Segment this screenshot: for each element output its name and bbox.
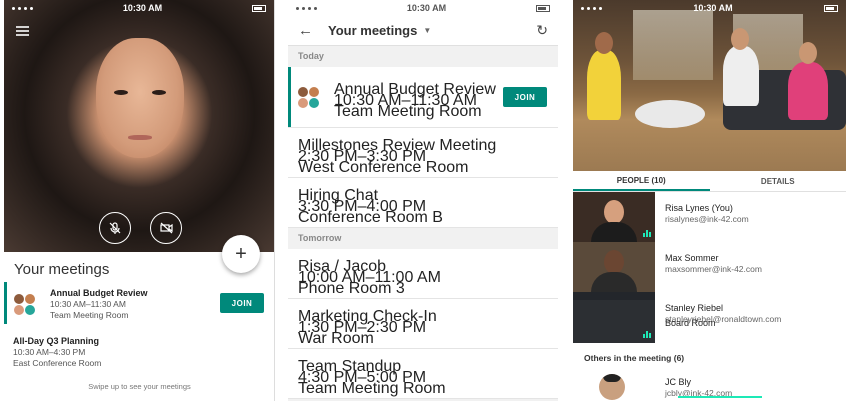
- meeting-room: Conference Room B: [298, 209, 443, 226]
- phone-call-preview: 10:30 AM Your meetings Annual Budget Rev…: [4, 0, 275, 401]
- section-header-today: Today: [298, 51, 324, 61]
- signal-icon: [296, 6, 317, 10]
- meeting-card[interactable]: Marketing Check-In 1:30 PM–2:30 PM War R…: [288, 299, 558, 349]
- participants-avatars: [297, 86, 321, 110]
- self-video-preview: [4, 0, 274, 252]
- meeting-item[interactable]: All-Day Q3 Planning 10:30 AM–4:30 PM Eas…: [4, 334, 274, 368]
- menu-icon[interactable]: [16, 26, 29, 38]
- participant-email: maxsommer@ink-42.com: [665, 264, 762, 274]
- battery-icon: [536, 4, 550, 12]
- meeting-room: War Room: [298, 330, 374, 347]
- tab-details[interactable]: DETAILS: [710, 171, 847, 191]
- signal-icon: [581, 6, 602, 10]
- swipe-hint: Swipe up to see your meetings: [88, 382, 191, 391]
- back-arrow-icon[interactable]: ←: [298, 22, 328, 39]
- app-bar: ← Your meetings ▼ ↻: [288, 16, 558, 46]
- page-title[interactable]: Your meetings: [328, 23, 417, 38]
- status-time: 10:30 AM: [693, 3, 733, 13]
- dropdown-caret-icon[interactable]: ▼: [423, 26, 431, 35]
- phone-meetings-list: 10:30 AM ← Your meetings ▼ ↻ Today Annua…: [288, 0, 558, 401]
- participant-row[interactable]: Max Sommer maxsommer@ink-42.com: [573, 242, 846, 292]
- refresh-icon[interactable]: ↻: [536, 22, 548, 39]
- room-video: [573, 300, 655, 343]
- meeting-time: 10:30 AM–11:30 AM: [50, 299, 126, 309]
- status-time: 10:30 AM: [406, 3, 447, 13]
- participant-name: Risa Lynes (You): [665, 203, 733, 213]
- room-camera-feed: [573, 0, 846, 171]
- meeting-card[interactable]: Team Standup 4:30 PM–5:00 PM Team Meetin…: [288, 349, 558, 399]
- participant-name: JC Bly: [665, 377, 692, 387]
- meeting-card[interactable]: Annual Budget Review 10:30 AM–11:30 AM T…: [288, 67, 558, 128]
- meeting-time: 10:30 AM–4:30 PM: [13, 347, 86, 357]
- meeting-room: East Conference Room: [13, 358, 102, 368]
- status-bar: 10:30 AM: [288, 0, 558, 16]
- meeting-room: West Conference Room: [298, 159, 469, 176]
- others-header: Others in the meeting (6): [584, 353, 684, 363]
- selected-indicator: [288, 67, 291, 127]
- room-name: Board Room: [665, 318, 716, 328]
- camera-off-icon[interactable]: [150, 212, 182, 244]
- join-button[interactable]: JOIN: [220, 293, 264, 313]
- meeting-item[interactable]: Annual Budget Review 10:30 AM–11:30 AM T…: [4, 282, 274, 324]
- status-time: 10:30 AM: [122, 3, 163, 13]
- meeting-card[interactable]: Millestones Review Meeting 2:30 PM–3:30 …: [288, 128, 558, 178]
- battery-icon: [824, 4, 838, 12]
- section-header-tomorrow: Tomorrow: [298, 233, 342, 243]
- others-label: Others in the meeting: [584, 353, 672, 363]
- meeting-title: Annual Budget Review: [50, 288, 148, 298]
- participant-name: Max Sommer: [665, 253, 719, 263]
- signal-icon: [12, 6, 33, 10]
- avatar: [599, 374, 625, 400]
- others-count: (6): [673, 353, 685, 363]
- audio-level-icon: [643, 331, 651, 338]
- add-icon[interactable]: +: [222, 235, 260, 273]
- participant-email: risalynes@ink-42.com: [665, 214, 749, 224]
- participants-avatars: [13, 293, 37, 317]
- meeting-card[interactable]: Hiring Chat 3:30 PM–4:00 PM Conference R…: [288, 178, 558, 228]
- meeting-room: Team Meeting Room: [50, 310, 129, 320]
- tab-people[interactable]: PEOPLE (10): [573, 171, 710, 191]
- phone-meeting-details: 10:30 AM PEOPLE (10) DETAILS Risa Lynes …: [573, 0, 846, 401]
- meeting-card[interactable]: Risa / Jacob 10:00 AM–11:00 AM Phone Roo…: [288, 249, 558, 299]
- mic-off-icon[interactable]: [99, 212, 131, 244]
- participant-name: Stanley Riebel: [665, 303, 724, 313]
- meeting-room: Phone Room 3: [298, 280, 405, 297]
- meeting-room: Team Meeting Room: [334, 103, 482, 120]
- meeting-room: Team Meeting Room: [298, 380, 446, 397]
- join-button[interactable]: JOIN: [503, 87, 547, 107]
- meetings-sheet[interactable]: Your meetings Annual Budget Review 10:30…: [4, 252, 274, 401]
- meeting-title: All-Day Q3 Planning: [13, 336, 100, 346]
- participant-row[interactable]: Risa Lynes (You) risalynes@ink-42.com: [573, 192, 846, 242]
- details-tabs: PEOPLE (10) DETAILS: [573, 171, 846, 192]
- participant-video: [573, 192, 655, 242]
- audio-level-icon: [643, 230, 651, 237]
- status-bar: 10:30 AM: [4, 0, 274, 16]
- audio-level-bar: [678, 396, 762, 398]
- participant-video: [573, 242, 655, 292]
- status-bar: 10:30 AM: [573, 0, 846, 16]
- selected-indicator: [4, 282, 7, 324]
- battery-icon: [252, 4, 266, 12]
